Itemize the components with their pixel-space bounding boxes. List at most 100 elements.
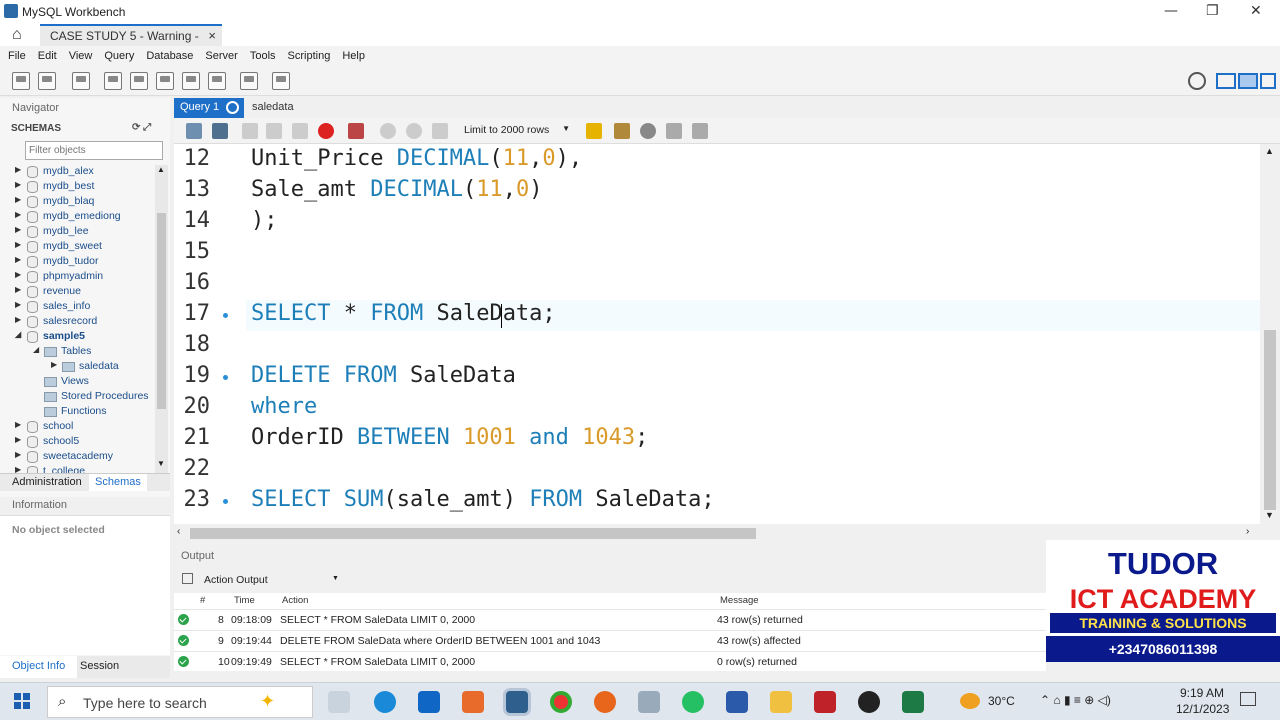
editor-vertical-scrollbar[interactable]: ▲ ▼	[1260, 144, 1280, 524]
word-icon[interactable]	[726, 691, 748, 713]
schema-item-school5[interactable]: ▶ school5	[15, 435, 79, 450]
code-line[interactable]: Unit_Price DECIMAL(11,0),	[251, 146, 582, 171]
reconnect-icon[interactable]	[272, 72, 290, 90]
new-sql-tab-icon[interactable]	[12, 72, 30, 90]
expand-arrow-icon[interactable]: ▶	[15, 165, 21, 174]
expand-arrow-icon[interactable]: ▶	[15, 240, 21, 249]
open-sql-script-icon[interactable]	[38, 72, 56, 90]
word-wrap-icon[interactable]	[692, 123, 708, 139]
rollback-icon[interactable]	[406, 123, 422, 139]
refresh-schemas-icon[interactable]: ⟳ ⤢	[132, 122, 151, 133]
notifications-icon[interactable]	[1240, 692, 1256, 706]
tab-session[interactable]: Session	[80, 660, 119, 672]
create-schema-icon[interactable]	[104, 72, 122, 90]
menu-edit[interactable]: Edit	[38, 46, 57, 66]
statement-marker-icon[interactable]	[223, 499, 228, 504]
schema-item-mydb-best[interactable]: ▶ mydb_best	[15, 180, 94, 195]
xampp-icon[interactable]	[462, 691, 484, 713]
code-line[interactable]: );	[251, 208, 278, 233]
schema-item-mydb-sweet[interactable]: ▶ mydb_sweet	[15, 240, 102, 255]
expand-arrow-icon[interactable]: ▶	[15, 270, 21, 279]
statement-marker-icon[interactable]	[223, 313, 228, 318]
scroll-up-icon[interactable]: ▲	[157, 165, 165, 174]
code-line[interactable]: DELETE FROM SaleData	[251, 363, 516, 388]
whatsapp-icon[interactable]	[682, 691, 704, 713]
scroll-up-icon[interactable]: ▲	[1265, 146, 1274, 156]
expand-arrow-icon[interactable]: ▶	[51, 360, 57, 369]
expand-arrow-open-icon[interactable]: ◢	[15, 330, 21, 339]
code-line[interactable]: where	[251, 394, 317, 419]
clock-time[interactable]: 9:19 AM	[1180, 686, 1224, 700]
excel-icon[interactable]	[902, 691, 924, 713]
schema-item-mydb-lee[interactable]: ▶ mydb_lee	[15, 225, 89, 240]
clock-date[interactable]: 12/1/2023	[1176, 702, 1229, 716]
beautify-icon[interactable]	[614, 123, 630, 139]
mysql-workbench-taskbar-icon[interactable]	[506, 691, 528, 713]
filter-objects-input[interactable]	[25, 141, 163, 160]
scroll-thumb[interactable]	[157, 213, 166, 409]
menu-file[interactable]: File	[8, 46, 26, 66]
schema-item-tables[interactable]: ◢ Tables	[33, 345, 91, 360]
explain-icon[interactable]	[292, 123, 308, 139]
schema-item-saledata[interactable]: ▶ saledata	[51, 360, 119, 375]
recorder-icon[interactable]	[858, 691, 880, 713]
settings-gear-icon[interactable]	[1188, 72, 1206, 90]
expand-arrow-icon[interactable]: ▶	[15, 225, 21, 234]
tab-administration[interactable]: Administration	[12, 476, 82, 488]
output-row[interactable]: 8 09:18:09 SELECT * FROM SaleData LIMIT 0,…	[174, 609, 1046, 629]
firefox-icon[interactable]	[594, 691, 616, 713]
schema-item-revenue[interactable]: ▶ revenue	[15, 285, 81, 300]
expand-arrow-icon[interactable]: ▶	[15, 255, 21, 264]
expand-arrow-icon[interactable]: ▶	[15, 195, 21, 204]
expand-arrow-open-icon[interactable]: ◢	[33, 345, 39, 354]
file-explorer-icon[interactable]	[770, 691, 792, 713]
schema-item-salesrecord[interactable]: ▶ salesrecord	[15, 315, 97, 330]
tab-saledata[interactable]: saledata	[252, 101, 294, 113]
menu-view[interactable]: View	[69, 46, 93, 66]
save-icon[interactable]	[212, 123, 228, 139]
schema-item-views[interactable]: Views	[44, 375, 89, 390]
horizontal-scroll-thumb[interactable]	[190, 528, 756, 539]
schema-item-sample5[interactable]: ◢ sample5	[15, 330, 85, 345]
code-line[interactable]: OrderID BETWEEN 1001 and 1043;	[251, 425, 648, 450]
menu-database[interactable]: Database	[146, 46, 193, 66]
schema-item-mydb-emediong[interactable]: ▶ mydb_emediong	[15, 210, 121, 225]
close-button[interactable]: ✕	[1250, 3, 1262, 19]
toggle-secondary-sidebar-icon[interactable]	[1260, 73, 1276, 89]
windows-start-icon[interactable]	[14, 693, 30, 709]
connection-tab[interactable]: CASE STUDY 5 - Warning - n... ×	[40, 24, 222, 57]
sql-editor[interactable]: 12 13 14 15 16 17 18 19 20 21 22 23 Unit_Price DECI…	[174, 144, 1260, 524]
menu-server[interactable]: Server	[205, 46, 237, 66]
device-icon[interactable]	[638, 691, 660, 713]
close-tab-icon[interactable]: ×	[208, 28, 216, 43]
commit-icon[interactable]	[380, 123, 396, 139]
create-table-icon[interactable]	[130, 72, 148, 90]
tab-schemas[interactable]: Schemas	[89, 474, 147, 491]
inspector-icon[interactable]	[72, 72, 90, 90]
create-view-icon[interactable]	[156, 72, 174, 90]
find-replace-icon[interactable]	[640, 123, 656, 139]
schema-item-phpmyadmin[interactable]: ▶ phpmyadmin	[15, 270, 103, 285]
schema-item-sales-info[interactable]: ▶ sales_info	[15, 300, 90, 315]
weather-temp[interactable]: 30°C	[988, 694, 1015, 708]
expand-arrow-icon[interactable]: ▶	[15, 420, 21, 429]
editor-scroll-thumb[interactable]	[1264, 330, 1276, 510]
menu-scripting[interactable]: Scripting	[288, 46, 331, 66]
expand-arrow-icon[interactable]: ▶	[15, 315, 21, 324]
schema-item-t-college[interactable]: ▶ t_college	[15, 465, 85, 473]
stop-icon[interactable]	[318, 123, 334, 139]
output-row[interactable]: 9 09:19:44 DELETE FROM SaleData where Orde…	[174, 630, 1046, 650]
schema-item-stored-procedures[interactable]: Stored Procedures	[44, 390, 149, 405]
expand-arrow-icon[interactable]: ▶	[15, 300, 21, 309]
tab-query-1[interactable]: Query 1	[174, 98, 244, 118]
open-file-icon[interactable]	[186, 123, 202, 139]
expand-arrow-icon[interactable]: ▶	[15, 210, 21, 219]
scroll-left-icon[interactable]: ‹	[177, 526, 180, 537]
output-row[interactable]: 10 09:19:49 SELECT * FROM SaleData LIMIT 0…	[174, 651, 1046, 671]
execute-current-icon[interactable]	[266, 123, 282, 139]
scroll-down-icon[interactable]: ▼	[1265, 510, 1274, 520]
expand-arrow-icon[interactable]: ▶	[15, 435, 21, 444]
menu-help[interactable]: Help	[342, 46, 365, 66]
add-snippet-icon[interactable]	[586, 123, 602, 139]
edge-icon[interactable]	[374, 691, 396, 713]
